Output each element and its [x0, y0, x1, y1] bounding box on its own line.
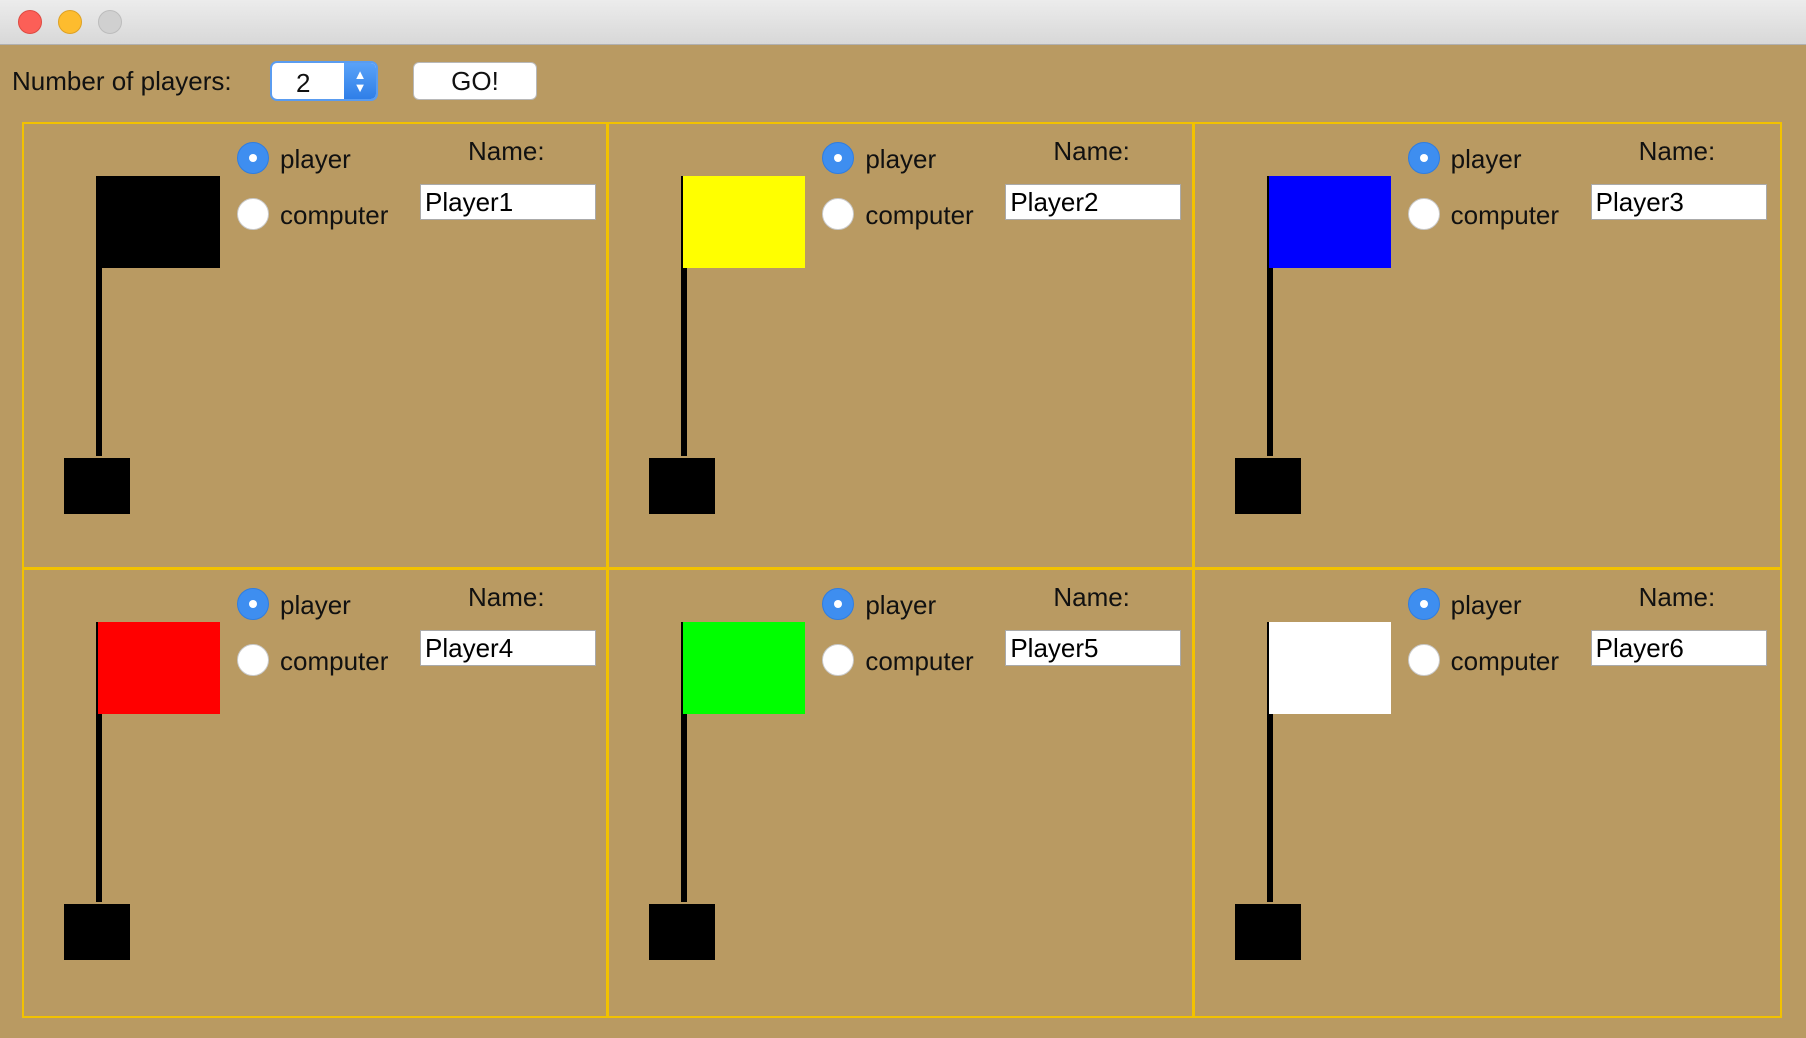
name-label: Name: [1638, 582, 1716, 612]
flag-base [1234, 458, 1301, 514]
player-radio[interactable] [237, 142, 269, 174]
name-label: Name: [1638, 136, 1716, 166]
computer-radio[interactable] [1407, 644, 1440, 676]
computer-radio-label[interactable]: computer [865, 646, 973, 677]
player-setup-window: Number of players: 2 ▲ ▼ GO! player compu… [0, 0, 1806, 1038]
spinner-arrows-icon[interactable]: ▲ ▼ [344, 63, 376, 99]
computer-radio-label[interactable]: computer [1451, 646, 1559, 677]
player-radio[interactable] [1407, 588, 1440, 620]
flag-icon [683, 622, 806, 714]
name-label: Name: [1053, 136, 1130, 166]
player-slot: player computer Name: [24, 124, 610, 570]
go-button[interactable]: GO! [413, 62, 537, 100]
flag-base [64, 904, 130, 960]
flag-base [649, 458, 716, 514]
player-radio[interactable] [1407, 142, 1440, 174]
player-slot: player computer Name: [1194, 124, 1780, 570]
player-radio[interactable] [822, 588, 855, 620]
player-name-input[interactable] [1005, 630, 1182, 666]
flag-base [64, 458, 130, 514]
player-name-input[interactable] [1590, 630, 1767, 666]
flag-icon [98, 176, 220, 268]
player-radio-label[interactable]: player [280, 144, 351, 175]
computer-radio[interactable] [1407, 198, 1440, 230]
name-label: Name: [468, 136, 545, 166]
name-label: Name: [468, 582, 545, 612]
computer-radio[interactable] [822, 644, 855, 676]
player-radio[interactable] [822, 142, 855, 174]
player-radio-label[interactable]: player [865, 590, 936, 621]
player-radio-label[interactable]: player [1451, 590, 1522, 621]
player-slot: player computer Name: [609, 124, 1195, 570]
flag-icon [1268, 176, 1391, 268]
player-radio[interactable] [237, 588, 269, 620]
name-label: Name: [1053, 582, 1130, 612]
flag-icon [683, 176, 806, 268]
computer-radio-label[interactable]: computer [1451, 200, 1559, 231]
player-name-input[interactable] [1590, 184, 1767, 220]
computer-radio-label[interactable]: computer [280, 200, 388, 231]
player-slot: player computer Name: [24, 570, 610, 1016]
player-slot: player computer Name: [1195, 570, 1780, 1016]
flag-base [1234, 904, 1301, 960]
computer-radio-label[interactable]: computer [280, 646, 388, 677]
computer-radio[interactable] [237, 198, 269, 230]
computer-radio-label[interactable]: computer [865, 200, 973, 231]
zoom-window-button[interactable] [98, 10, 122, 34]
title-bar [0, 0, 1806, 45]
close-window-button[interactable] [18, 10, 42, 34]
player-radio-label[interactable]: player [865, 144, 936, 175]
player-name-input[interactable] [420, 184, 596, 220]
flag-icon [1268, 622, 1391, 714]
number-of-players-value[interactable]: 2 [296, 68, 310, 99]
computer-radio[interactable] [237, 644, 269, 676]
number-of-players-spinner[interactable]: 2 ▲ ▼ [270, 61, 378, 101]
player-slot: player computer Name: [609, 570, 1195, 1016]
number-of-players-label: Number of players: [12, 66, 232, 96]
player-name-input[interactable] [1005, 184, 1182, 220]
player-slots-grid: player computer Name: player computer Na… [22, 122, 1782, 1018]
player-radio-label[interactable]: player [280, 590, 351, 621]
flag-icon [98, 622, 220, 714]
minimize-window-button[interactable] [58, 10, 82, 34]
player-name-input[interactable] [420, 630, 596, 666]
computer-radio[interactable] [822, 198, 855, 230]
player-radio-label[interactable]: player [1451, 144, 1522, 175]
flag-base [649, 904, 716, 960]
